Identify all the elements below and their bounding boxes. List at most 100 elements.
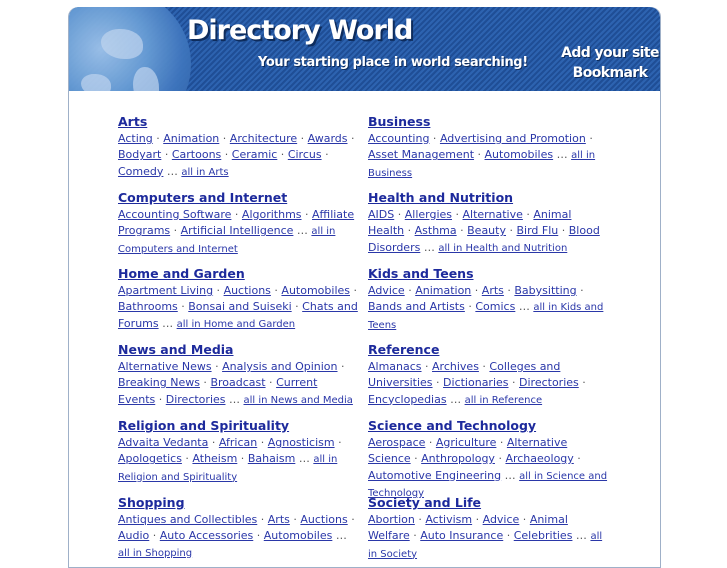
subcategory-link[interactable]: Algorithms [242, 208, 302, 221]
subcategory-link[interactable]: Almanacs [368, 360, 422, 373]
category-title-link[interactable]: Society and Life [368, 495, 481, 510]
subcategory-list: Almanacs · Archives · Colleges and Unive… [368, 360, 586, 406]
category-title-link[interactable]: Business [368, 114, 430, 129]
subcategory-link[interactable]: Automobiles [281, 284, 350, 297]
subcategory-link[interactable]: Activism [425, 513, 472, 526]
category-heading: Arts [118, 114, 358, 130]
subcategory-link[interactable]: Circus [288, 148, 322, 161]
subcategory-link[interactable]: Analysis and Opinion [222, 360, 337, 373]
category-heading: Reference [368, 342, 608, 358]
subcategory-link[interactable]: Animation [415, 284, 471, 297]
site-title[interactable]: Directory World [187, 15, 413, 46]
subcategory-link[interactable]: Auctions [224, 284, 271, 297]
subcategory-link[interactable]: Cartoons [172, 148, 221, 161]
subcategory-link[interactable]: Automobiles [264, 529, 333, 542]
subcategory-link[interactable]: Accounting [368, 132, 429, 145]
subcategory-link[interactable]: Advice [368, 284, 405, 297]
subcategory-link[interactable]: Atheism [192, 452, 237, 465]
subcategory-link[interactable]: Bathrooms [118, 300, 178, 313]
subcategory-link[interactable]: Babysitting [514, 284, 576, 297]
subcategory-link[interactable]: Anthropology [421, 452, 495, 465]
subcategory-link[interactable]: Advice [483, 513, 520, 526]
subcategory-link[interactable]: Comics [475, 300, 515, 313]
subcategory-link[interactable]: Aerospace [368, 436, 425, 449]
subcategory-link[interactable]: Beauty [467, 224, 506, 237]
subcategory-link[interactable]: Alternative News [118, 360, 212, 373]
subcategory-link[interactable]: Advaita Vedanta [118, 436, 208, 449]
subcategory-link[interactable]: Automobiles [485, 148, 554, 161]
category-block: Science and Technology Aerospace · Agricu… [368, 418, 608, 502]
all-in-category-link[interactable]: all in Arts [181, 167, 228, 178]
subcategory-link[interactable]: Ceramic [232, 148, 278, 161]
subcategory-link[interactable]: Awards [308, 132, 348, 145]
category-title-link[interactable]: Arts [118, 114, 147, 129]
subcategory-link[interactable]: Advertising and Promotion [440, 132, 586, 145]
all-in-category-link[interactable]: all in Home and Garden [177, 319, 296, 330]
category-block: Society and Life Abortion · Activism · Ad… [368, 495, 608, 563]
all-in-category-link[interactable]: all in News and Media [244, 395, 353, 406]
category-title-link[interactable]: Health and Nutrition [368, 190, 513, 205]
category-block: Religion and Spirituality Advaita Vedanta… [118, 418, 358, 486]
category-title-link[interactable]: Reference [368, 342, 439, 357]
all-in-category-link[interactable]: all in Shopping [118, 548, 192, 559]
subcategory-link[interactable]: Breaking News [118, 376, 200, 389]
subcategory-link[interactable]: Architecture [230, 132, 297, 145]
subcategory-link[interactable]: Archives [432, 360, 479, 373]
subcategory-link[interactable]: AIDS [368, 208, 394, 221]
subcategory-link[interactable]: Apartment Living [118, 284, 213, 297]
subcategory-link[interactable]: Comedy [118, 165, 163, 178]
subcategory-link[interactable]: Bands and Artists [368, 300, 465, 313]
subcategory-link[interactable]: Bird Flu [516, 224, 558, 237]
subcategory-link[interactable]: Audio [118, 529, 149, 542]
category-block: Business Accounting · Advertising and Pro… [368, 114, 608, 182]
subcategory-link[interactable]: Animation [163, 132, 219, 145]
subcategory-link[interactable]: Encyclopedias [368, 393, 447, 406]
subcategory-link[interactable]: Antiques and Collectibles [118, 513, 257, 526]
category-block: News and Media Alternative News · Analysi… [118, 342, 358, 409]
all-in-category-link[interactable]: all in Health and Nutrition [438, 243, 567, 254]
category-title-link[interactable]: Science and Technology [368, 418, 536, 433]
subcategory-link[interactable]: Asset Management [368, 148, 474, 161]
subcategory-link[interactable]: Agnosticism [268, 436, 335, 449]
category-title-link[interactable]: Computers and Internet [118, 190, 287, 205]
subcategory-link[interactable]: Directories [166, 393, 226, 406]
category-title-link[interactable]: Kids and Teens [368, 266, 474, 281]
subcategory-link[interactable]: Allergies [405, 208, 452, 221]
subcategory-link[interactable]: Dictionaries [443, 376, 508, 389]
subcategory-list: Apartment Living · Auctions · Automobile… [118, 284, 358, 330]
subcategory-link[interactable]: Archaeology [505, 452, 573, 465]
subcategory-link[interactable]: Bonsai and Suiseki [188, 300, 291, 313]
subcategory-link[interactable]: Bahaism [248, 452, 296, 465]
subcategory-link[interactable]: Celebrities [514, 529, 573, 542]
subcategory-link[interactable]: Auto Accessories [160, 529, 254, 542]
subcategory-link[interactable]: Agriculture [436, 436, 497, 449]
category-title-link[interactable]: News and Media [118, 342, 234, 357]
subcategory-link[interactable]: Automotive Engineering [368, 469, 501, 482]
subcategory-list: Accounting Software · Algorithms · Affil… [118, 208, 355, 255]
category-block: Shopping Antiques and Collectibles · Arts… [118, 495, 358, 562]
subcategory-link[interactable]: Alternative [463, 208, 523, 221]
subcategory-link[interactable]: Acting [118, 132, 153, 145]
subcategory-link[interactable]: Arts [482, 284, 504, 297]
bookmark-link[interactable]: Bookmark [560, 63, 660, 83]
all-in-category-link[interactable]: all in Reference [465, 395, 543, 406]
subcategory-link[interactable]: African [219, 436, 257, 449]
category-heading: Society and Life [368, 495, 608, 511]
subcategory-link[interactable]: Accounting Software [118, 208, 231, 221]
subcategory-link[interactable]: Directories [519, 376, 579, 389]
subcategory-link[interactable]: Bodyart [118, 148, 161, 161]
subcategory-link[interactable]: Artificial Intelligence [181, 224, 294, 237]
subcategory-link[interactable]: Auto Insurance [420, 529, 503, 542]
subcategory-link[interactable]: Apologetics [118, 452, 182, 465]
category-title-link[interactable]: Religion and Spirituality [118, 418, 289, 433]
category-heading: Business [368, 114, 608, 130]
subcategory-link[interactable]: Arts [268, 513, 290, 526]
subcategory-link[interactable]: Abortion [368, 513, 415, 526]
subcategory-link[interactable]: Broadcast [210, 376, 265, 389]
category-title-link[interactable]: Home and Garden [118, 266, 245, 281]
add-site-link[interactable]: Add your site [560, 43, 660, 63]
category-block: Arts Acting · Animation · Architecture · … [118, 114, 358, 181]
category-title-link[interactable]: Shopping [118, 495, 185, 510]
subcategory-link[interactable]: Asthma [415, 224, 457, 237]
subcategory-link[interactable]: Auctions [300, 513, 347, 526]
